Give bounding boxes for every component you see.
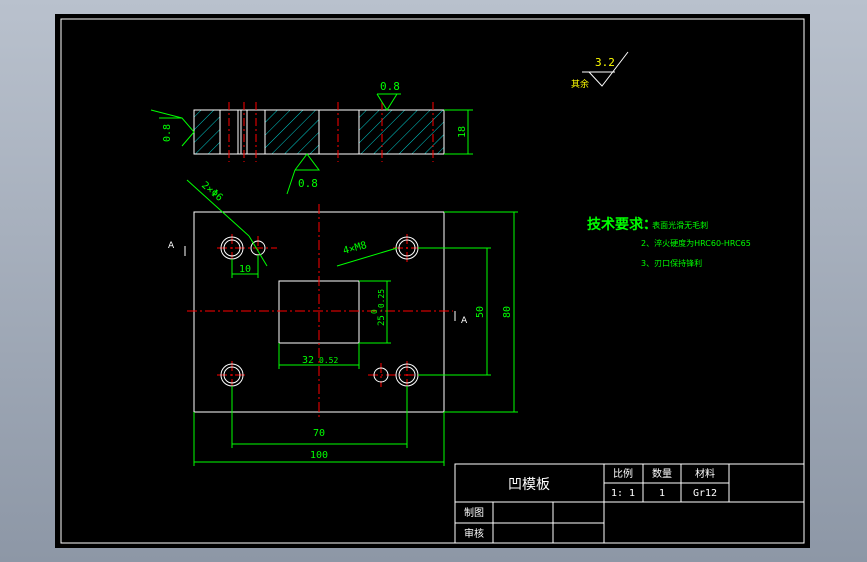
side-hatch-mid [265,110,319,154]
checked-label: 审核 [464,527,484,540]
side-view: 18 0.8 0.8 0.8 [150,80,473,195]
section-mark-right: A [461,316,468,326]
tech-req-item2: 2、淬火硬度为HRC60-HRC65 [641,238,751,248]
qty-header: 数量 [652,467,672,480]
side-hatch-left [194,110,220,154]
drawing-sheet: 凹模板 比例 数量 材料 1: 1 1 Gr12 制图 审核 技术要求： 1、表… [55,14,810,548]
qty-value: 1 [659,488,665,499]
surface-finish-top-value: 0.8 [380,80,400,93]
surface-finish-rest-value: 3.2 [595,56,615,69]
plan-view: A A 2×Φ6 4×M8 10 25 0 -0.25 32 0.52 50 8… [168,179,518,466]
side-thickness-dim: 18 [457,126,468,138]
side-hatch-right [359,110,444,154]
part-name: 凹模板 [508,477,550,493]
dim-25: 25 [377,315,387,326]
dim-100: 100 [310,450,328,461]
dim-32-tol: 0.52 [319,356,338,365]
dim-25-tol-lower: -0.25 [377,289,386,313]
tech-req-item1: 1、表面光滑无毛刺 [639,220,708,230]
surface-finish-rest-label: 其余 [571,78,589,90]
section-mark-left: A [168,241,175,251]
surface-finish-bottom-value: 0.8 [298,177,318,190]
dim-80: 80 [502,306,513,318]
callout-4-m8: 4×M8 [342,240,368,257]
dim-10: 10 [239,264,251,275]
tech-req-item3: 3、刃口保持锋利 [641,258,702,268]
scale-value: 1: 1 [611,488,635,499]
material-header: 材料 [695,467,715,480]
material-value: Gr12 [693,488,717,499]
drawn-label: 制图 [464,506,484,519]
surface-finish-left-value: 0.8 [162,124,173,142]
dim-32: 32 [302,355,314,366]
cad-drawing: 凹模板 比例 数量 材料 1: 1 1 Gr12 制图 审核 技术要求： 1、表… [60,18,805,544]
scale-header: 比例 [613,467,633,480]
callout-2-phi6: 2×Φ6 [199,180,225,204]
dim-70: 70 [313,428,325,439]
dim-50: 50 [475,306,486,318]
